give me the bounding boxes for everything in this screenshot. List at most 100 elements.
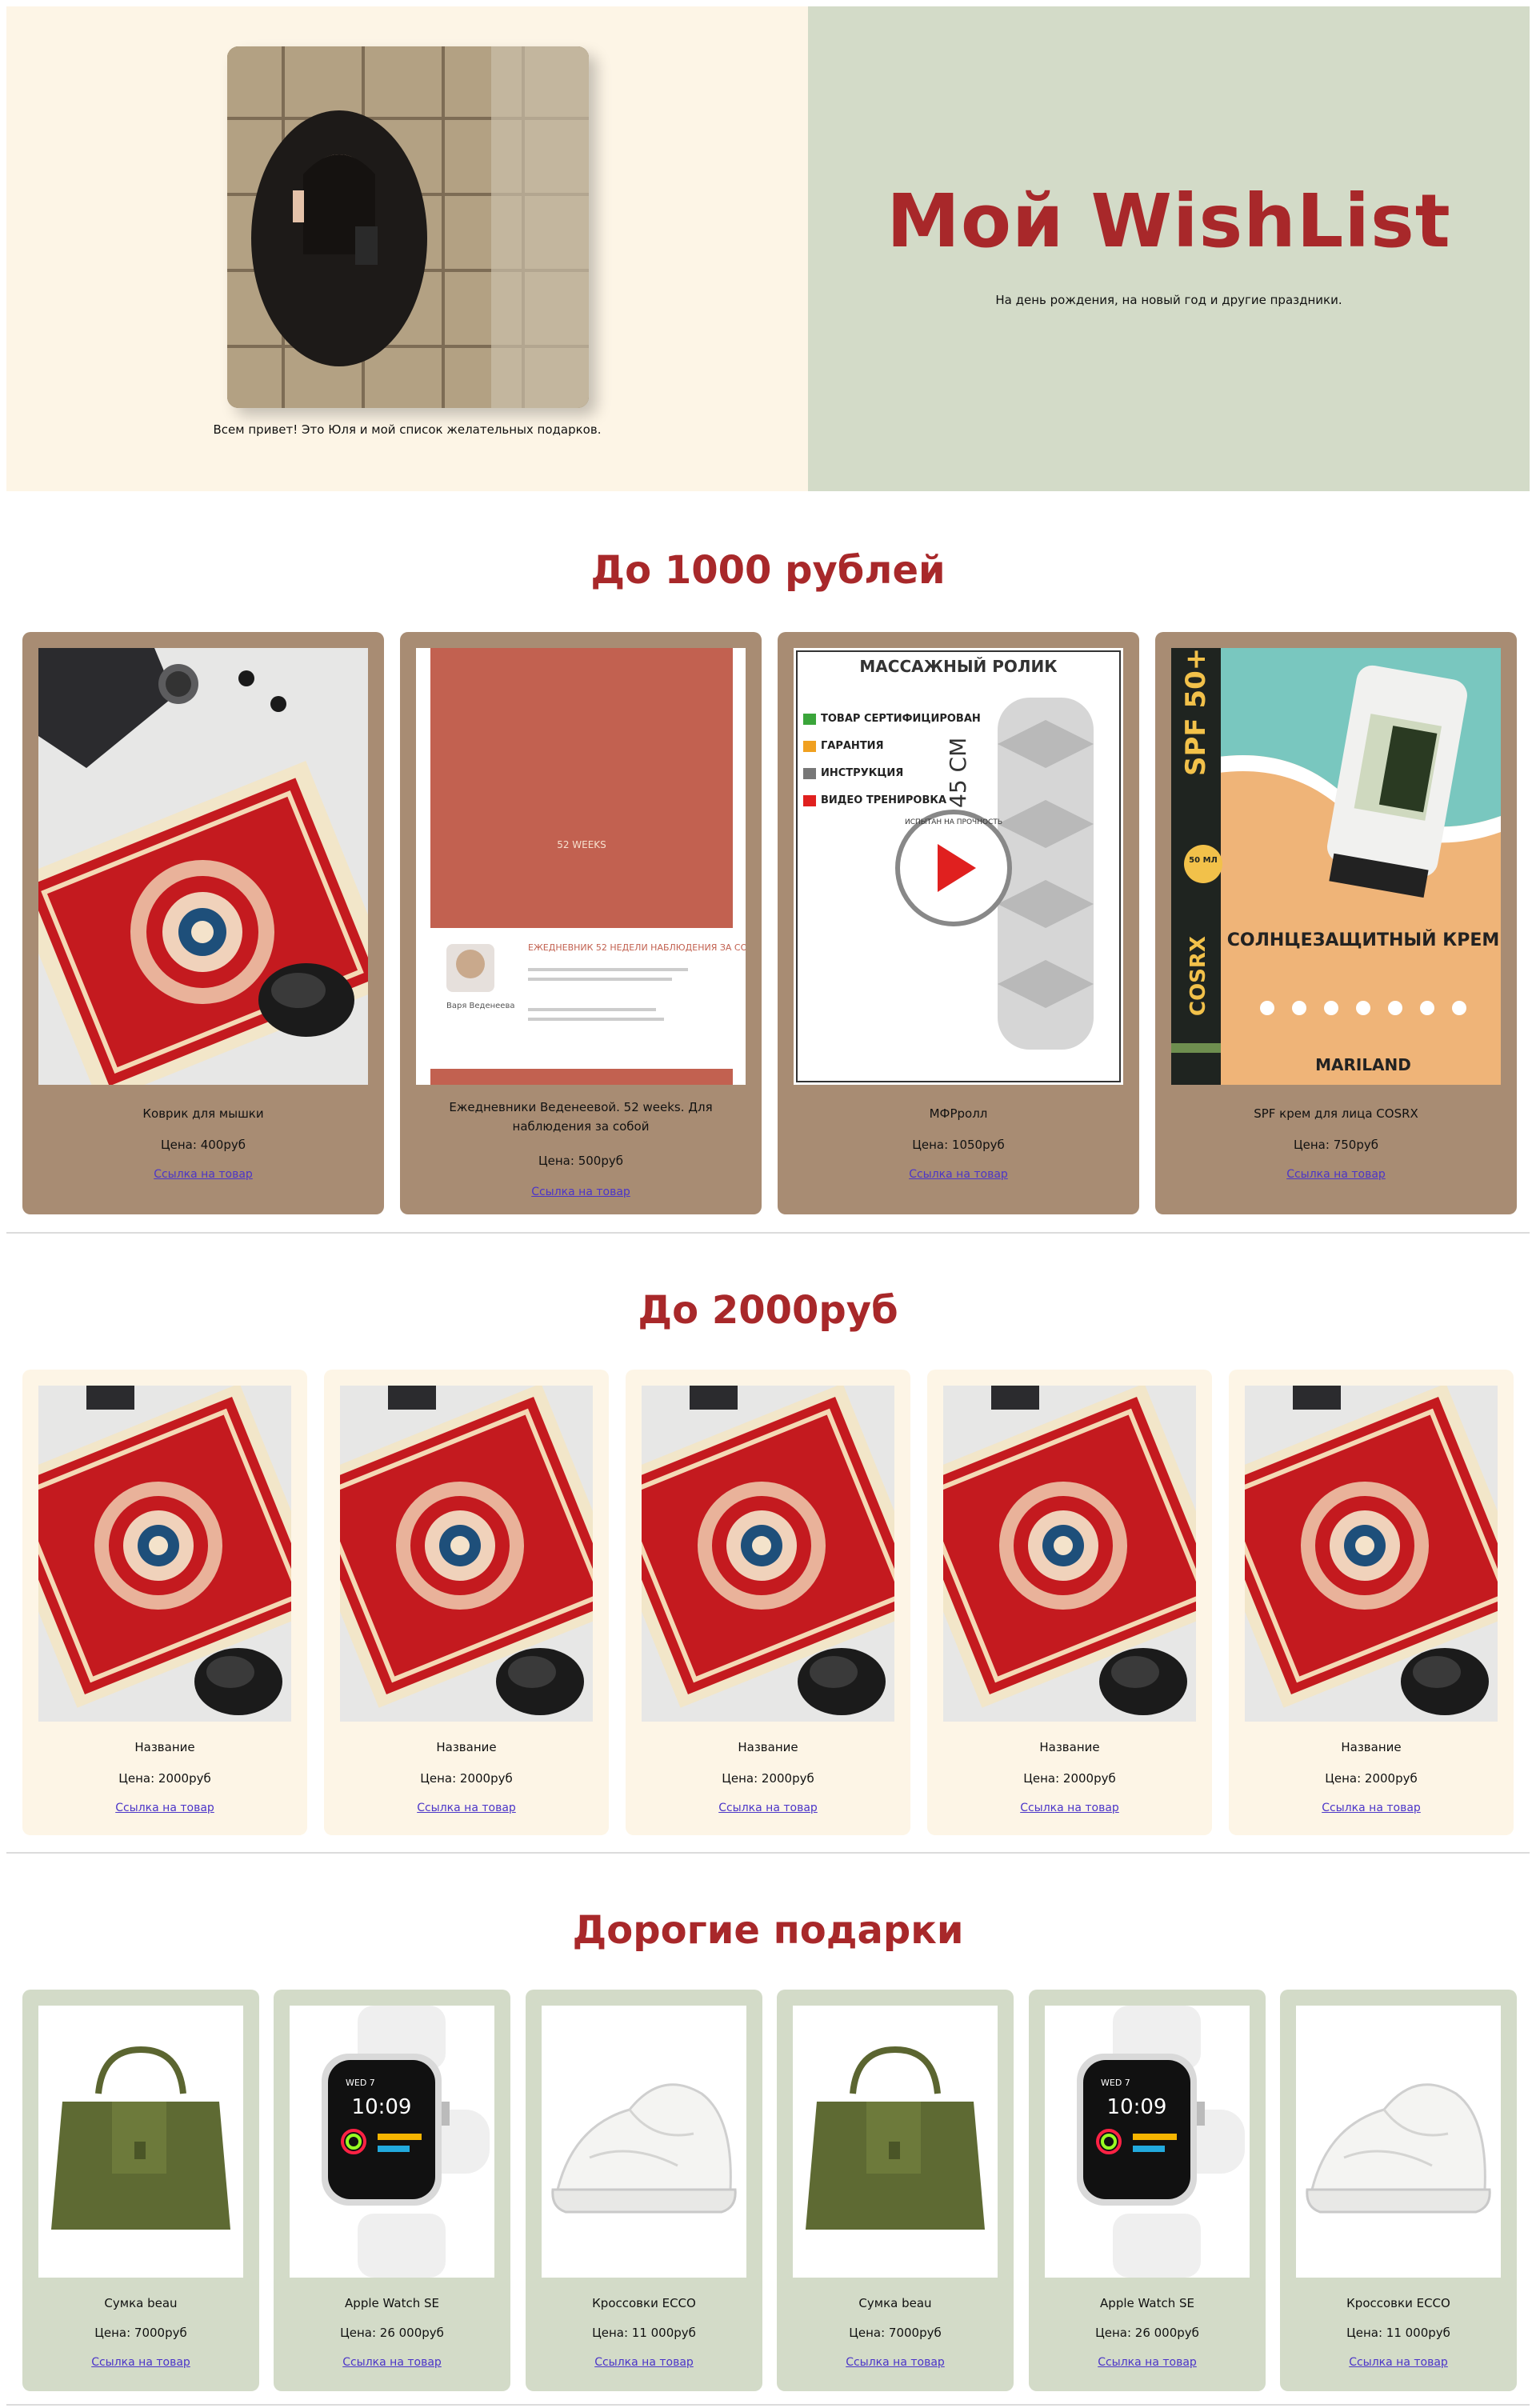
product-name: Название [1039,1740,1100,1754]
product-name: Сумка beau [858,2296,932,2310]
product-image-mousepad [943,1386,1196,1722]
sneaker-illustration [542,2006,746,2278]
product-link[interactable]: Ссылка на товар [22,1168,384,1181]
product-card: Кроссовки ECCO Цена: 11 000руб Ссылка на т… [1280,1990,1517,2391]
product-card: Название Цена: 2000руб Ссылка на товар [22,1370,307,1835]
product-name: Apple Watch SE [345,2296,439,2310]
watch-time: 10:09 [352,2095,412,2119]
rug-illustration [642,1386,894,1722]
product-name: Название [134,1740,195,1754]
product-name: Ежедневники Веденеевой. 52 weeks. Для на… [449,1100,713,1134]
section-title-under-1000: До 1000 рублей [590,548,946,593]
roller-feature-4: ВИДЕО ТРЕНИРОВКА [821,794,946,806]
section-title-under-2000: До 2000руб [638,1288,898,1333]
product-name: Название [1341,1740,1402,1754]
product-link[interactable]: Ссылка на товар [777,2356,1014,2369]
product-card: Название Цена: 2000руб Ссылка на товар [927,1370,1212,1835]
product-link[interactable]: Ссылка на товар [22,2356,259,2369]
product-card: Сумка beau Цена: 7000руб Ссылка на товар [777,1990,1014,2391]
product-price: Цена: 11 000руб [592,2326,696,2340]
rug-illustration [38,1386,291,1722]
product-name: SPF крем для лица COSRX [1254,1106,1418,1121]
watch-day: WED 7 [1101,2078,1130,2088]
product-link[interactable]: Ссылка на товар [626,1802,910,1814]
product-image-watch: WED 7 10:09 [290,2006,494,2278]
product-card: Название Цена: 2000руб Ссылка на товар [626,1370,910,1835]
product-image-sneakers [542,2006,746,2278]
spf-badge-text: SPF 50+ [1180,648,1212,776]
product-link[interactable]: Ссылка на товар [927,1802,1212,1814]
roller-feature-2: ГАРАНТИЯ [821,740,884,752]
product-image-bag [793,2006,998,2278]
product-link[interactable]: Ссылка на товар [1229,1802,1514,1814]
product-link[interactable]: Ссылка на товар [22,1802,307,1814]
product-link[interactable]: Ссылка на товар [274,2356,510,2369]
product-image-roller: МАССАЖНЫЙ РОЛИК ТОВАР СЕРТИФИЦИРОВАН ГАР… [794,648,1123,1085]
watch-day: WED 7 [346,2078,375,2088]
product-image-mousepad [340,1386,593,1722]
product-image-sneakers [1296,2006,1501,2278]
product-name: МФРролл [929,1106,988,1121]
section-divider [6,1232,1530,1234]
product-name: Apple Watch SE [1100,2296,1194,2310]
product-link[interactable]: Ссылка на товар [1155,1168,1517,1181]
product-card: WED 7 10:09 Apple Watch SE Цена: 26 000руб С… [1029,1990,1266,2391]
watch-illustration: WED 7 10:09 [290,2006,494,2278]
hero: Всем привет! Это Юля и мой список желате… [6,6,1530,491]
product-price: Цена: 2000руб [722,1771,814,1786]
section-divider [6,1852,1530,1854]
product-price: Цена: 11 000руб [1346,2326,1450,2340]
rug-illustration [1245,1386,1498,1722]
product-card: МАССАЖНЫЙ РОЛИК ТОВАР СЕРТИФИЦИРОВАН ГАР… [778,632,1139,1214]
profile-photo [227,46,589,408]
hero-right-panel: Мой WishList На день рождения, на новый … [808,6,1530,491]
product-card: Сумка beau Цена: 7000руб Ссылка на товар [22,1990,259,2391]
roller-feature-3: ИНСТРУКЦИЯ [821,767,903,779]
section-title-expensive: Дорогие подарки [572,1908,964,1953]
product-image-planner: 52 WEEKS ЕЖЕДНЕВНИК 52 НЕДЕЛИ НАБЛЮДЕНИЯ… [416,648,746,1085]
product-price: Цена: 400руб [161,1138,246,1152]
product-price: Цена: 500руб [538,1154,623,1168]
product-image-bag [38,2006,243,2278]
spf-volume: 50 МЛ [1189,856,1218,865]
product-image-mousepad [1245,1386,1498,1722]
product-name: Коврик для мышки [142,1106,264,1121]
product-image-spf: SPF 50+ 50 МЛ COSRX СОЛНЦЕЗАЩИТНЫЙ КРЕМ … [1171,648,1501,1085]
product-image-mousepad [642,1386,894,1722]
bag-illustration [38,2006,243,2278]
product-price: Цена: 2000руб [1325,1771,1418,1786]
rug-illustration [38,648,368,1085]
product-price: Цена: 2000руб [118,1771,211,1786]
page-subtitle: На день рождения, на новый год и другие … [995,293,1342,307]
product-price: Цена: 26 000руб [340,2326,444,2340]
page-title: Мой WishList [886,178,1451,264]
product-link[interactable]: Ссылка на товар [526,2356,762,2369]
intro-text: Всем привет! Это Юля и мой список желате… [213,422,602,437]
product-card: Коврик для мышки Цена: 400руб Ссылка на … [22,632,384,1214]
product-price: Цена: 2000руб [420,1771,513,1786]
product-link[interactable]: Ссылка на товар [324,1802,609,1814]
product-card: 52 WEEKS ЕЖЕДНЕВНИК 52 НЕДЕЛИ НАБЛЮДЕНИЯ… [400,632,762,1214]
product-card: Название Цена: 2000руб Ссылка на товар [324,1370,609,1835]
planner-author: Варя Веденеева [446,1002,514,1010]
spf-label: СОЛНЦЕЗАЩИТНЫЙ КРЕМ [1227,930,1500,950]
product-image-mousepad [38,1386,291,1722]
planner-heading: ЕЖЕДНЕВНИК 52 НЕДЕЛИ НАБЛЮДЕНИЯ ЗА СОБОЙ [528,942,746,953]
product-link[interactable]: Ссылка на товар [1280,2356,1517,2369]
roller-heading: МАССАЖНЫЙ РОЛИК [859,657,1058,676]
rug-illustration [943,1386,1196,1722]
product-price: Цена: 26 000руб [1095,2326,1199,2340]
watch-illustration: WED 7 10:09 [1045,2006,1250,2278]
product-link[interactable]: Ссылка на товар [400,1186,762,1198]
product-card: Кроссовки ECCO Цена: 11 000руб Ссылка на т… [526,1990,762,2391]
product-price: Цена: 750руб [1294,1138,1378,1152]
sneaker-illustration [1296,2006,1501,2278]
product-link[interactable]: Ссылка на товар [1029,2356,1266,2369]
product-name: Название [436,1740,497,1754]
product-name: Название [738,1740,798,1754]
product-link[interactable]: Ссылка на товар [778,1168,1139,1181]
product-price: Цена: 1050руб [912,1138,1005,1152]
rug-illustration [340,1386,593,1722]
spf-seller: MARILAND [1315,1055,1411,1074]
product-card: WED 7 10:09 Apple Watch SE Цена: 26 000руб С… [274,1990,510,2391]
